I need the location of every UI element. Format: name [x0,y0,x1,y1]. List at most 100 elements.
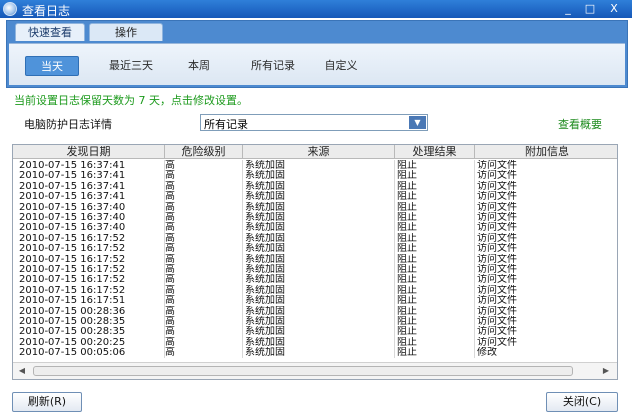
table-row[interactable]: 2010-07-15 16:37:41 高系统加固 阻止 访问文件 [13,160,617,171]
table-cell: 访问文件 [477,295,517,307]
table-row[interactable]: 2010-07-15 16:37:41 高系统加固 阻止 访问文件 [13,191,617,203]
table-cell: 高 [165,160,243,171]
table-cell: 阻止 [395,305,475,317]
table-cell: 访问文件 [477,264,517,275]
tab-quick-view[interactable]: 快速查看 [15,23,85,41]
table-cell: 2010-07-15 16:17:52 [17,232,165,244]
table-cell: 系统加固 [243,170,395,182]
scroll-right-icon[interactable]: ▶ [599,365,613,377]
filter-today[interactable]: 当天 [25,56,79,76]
table-row[interactable]: 2010-07-15 16:17:52 高系统加固 阻止 访问文件 [13,253,617,265]
log-type-select[interactable]: 所有记录 ▼ [200,114,428,131]
table-cell: 高 [165,170,243,182]
retention-note[interactable]: 当前设置日志保留天数为 7 天，点击修改设置。 [14,92,248,108]
table-cell: 高 [165,305,243,317]
table-cell: 访问文件 [477,222,517,234]
header-extra-info[interactable]: 附加信息 [475,145,617,159]
table-cell: 系统加固 [243,232,395,244]
table-cell: 系统加固 [243,222,395,234]
header-date[interactable]: 发现日期 [13,145,165,159]
table-row[interactable]: 2010-07-15 16:17:52 高系统加固 阻止 访问文件 [13,232,617,244]
table-cell: 阻止 [395,201,475,213]
detail-label: 电脑防护日志详情 [24,118,112,131]
minimize-button[interactable]: _ [560,2,576,16]
table-row[interactable]: 2010-07-15 00:28:35 高系统加固 阻止 访问文件 [13,326,617,338]
table-cell: 2010-07-15 16:37:40 [17,222,165,234]
view-panel: 快速查看 操作 当天 最近三天 本周 所有记录 自定义 [6,20,628,88]
table-cell: 系统加固 [243,347,395,359]
tab-operations[interactable]: 操作 [89,23,163,41]
table-body: 2010-07-15 16:37:41 高系统加固 阻止 访问文件 2010-07-15… [13,160,617,360]
table-row[interactable]: 2010-07-15 16:17:52 高系统加固 阻止 访问文件 [13,243,617,255]
table-cell: 2010-07-15 16:37:41 [17,180,165,192]
table-cell: 访问文件 [477,305,517,317]
table-cell: 2010-07-15 16:37:41 [17,160,165,171]
maximize-button[interactable]: □ [582,2,598,16]
table-cell: 访问文件 [477,180,517,192]
table-row[interactable]: 2010-07-15 16:37:40 高系统加固 阻止 访问文件 [13,212,617,223]
table-cell: 2010-07-15 00:28:35 [17,316,165,327]
scroll-thumb[interactable] [33,366,573,376]
table-cell: 2010-07-15 16:17:52 [17,253,165,265]
filter-custom[interactable]: 自定义 [313,56,369,76]
table-cell: 高 [165,316,243,327]
table-cell: 阻止 [395,160,475,171]
table-row[interactable]: 2010-07-15 16:17:52 高系统加固 阻止 访问文件 [13,274,617,286]
chevron-down-icon[interactable]: ▼ [409,116,426,129]
filter-this-week[interactable]: 本周 [177,56,221,76]
app-icon [3,2,17,16]
table-row[interactable]: 2010-07-15 16:17:52 高系统加固 阻止 访问文件 [13,284,617,296]
table-row[interactable]: 2010-07-15 16:37:40 高系统加固 阻止 访问文件 [13,222,617,234]
table-cell: 系统加固 [243,160,395,171]
table-row[interactable]: 2010-07-15 16:37:41 高系统加固 阻止 访问文件 [13,180,617,192]
table-cell: 访问文件 [477,326,517,338]
close-window-button[interactable]: X [606,2,622,16]
table-cell: 2010-07-15 16:17:52 [17,284,165,296]
table-cell: 2010-07-15 16:17:52 [17,264,165,275]
title-bar: 查看日志 _ □ X [0,0,632,18]
table-cell: 阻止 [395,232,475,244]
table-cell: 阻止 [395,336,475,348]
table-cell: 阻止 [395,295,475,307]
table-cell: 阻止 [395,170,475,182]
log-table: 发现日期 危险级别 来源 处理结果 附加信息 2010-07-15 16:37:… [12,144,618,380]
table-cell: 阻止 [395,316,475,327]
header-result[interactable]: 处理结果 [395,145,475,159]
table-row[interactable]: 2010-07-15 16:37:41 高系统加固 阻止 访问文件 [13,170,617,182]
table-row[interactable]: 2010-07-15 00:20:25 高系统加固 阻止 访问文件 [13,336,617,348]
table-cell: 2010-07-15 00:05:06 [17,347,165,359]
table-cell: 阻止 [395,264,475,275]
table-header: 发现日期 危险级别 来源 处理结果 附加信息 [13,145,617,159]
table-cell: 系统加固 [243,201,395,213]
filter-all-records[interactable]: 所有记录 [237,56,309,76]
table-cell: 系统加固 [243,191,395,203]
table-row[interactable]: 2010-07-15 00:05:06 高系统加固 阻止 修改 [13,347,617,359]
table-cell: 2010-07-15 16:37:40 [17,201,165,213]
table-cell: 2010-07-15 00:28:35 [17,326,165,338]
log-type-value: 所有记录 [204,118,248,131]
table-cell: 2010-07-15 00:20:25 [17,336,165,348]
close-button[interactable]: 关闭(C) [546,392,618,412]
table-cell: 访问文件 [477,160,517,171]
view-summary-link[interactable]: 查看概要 [558,116,602,132]
table-row[interactable]: 2010-07-15 16:17:52 高系统加固 阻止 访问文件 [13,264,617,275]
table-cell: 系统加固 [243,243,395,255]
table-cell: 访问文件 [477,243,517,255]
header-source[interactable]: 来源 [243,145,395,159]
table-cell: 2010-07-15 00:28:36 [17,305,165,317]
table-row[interactable]: 2010-07-15 16:37:40 高系统加固 阻止 访问文件 [13,201,617,213]
table-cell: 访问文件 [477,316,517,327]
table-row[interactable]: 2010-07-15 00:28:36 高系统加固 阻止 访问文件 [13,305,617,317]
table-cell: 访问文件 [477,170,517,182]
header-risk-level[interactable]: 危险级别 [165,145,243,159]
table-cell: 访问文件 [477,274,517,286]
table-cell: 2010-07-15 16:17:52 [17,243,165,255]
table-row[interactable]: 2010-07-15 16:17:51 高系统加固 阻止 访问文件 [13,295,617,307]
table-cell: 系统加固 [243,264,395,275]
table-row[interactable]: 2010-07-15 00:28:35 高系统加固 阻止 访问文件 [13,316,617,327]
filter-last-three-days[interactable]: 最近三天 [95,56,167,76]
table-cell: 高 [165,191,243,203]
scroll-left-icon[interactable]: ◀ [15,365,29,377]
horizontal-scrollbar[interactable]: ◀ ▶ [13,362,617,379]
refresh-button[interactable]: 刷新(R) [12,392,82,412]
